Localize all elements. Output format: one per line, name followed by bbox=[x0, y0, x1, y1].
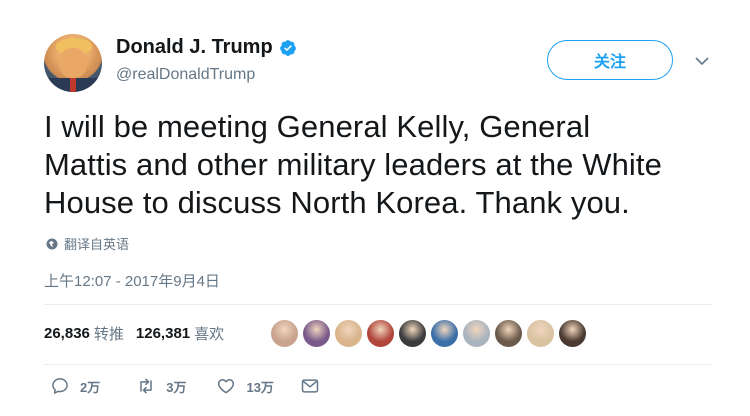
retweet-label[interactable]: 转推 bbox=[94, 323, 124, 344]
reply-count: 2万 bbox=[80, 379, 101, 395]
tweet-line: House to discuss North Korea. Thank you. bbox=[44, 185, 630, 220]
display-name[interactable]: Donald J. Trump bbox=[116, 36, 273, 59]
like-count[interactable]: 126,381 bbox=[136, 325, 190, 342]
liker-avatar[interactable] bbox=[558, 319, 587, 348]
liker-avatar[interactable] bbox=[430, 319, 459, 348]
retweet-count[interactable]: 26,836 bbox=[44, 325, 90, 342]
envelope-icon bbox=[301, 379, 319, 393]
avatar[interactable] bbox=[44, 34, 102, 92]
chevron-down-icon[interactable] bbox=[694, 53, 710, 69]
liker-avatar[interactable] bbox=[270, 319, 299, 348]
divider bbox=[44, 304, 713, 305]
liker-avatars bbox=[270, 319, 587, 348]
tweet-text: I will be meeting General Kelly, General… bbox=[44, 108, 734, 222]
like-action-count: 13万 bbox=[246, 379, 274, 395]
like-label[interactable]: 喜欢 bbox=[194, 323, 224, 344]
liker-avatar[interactable] bbox=[398, 319, 427, 348]
retweet-icon bbox=[140, 378, 152, 394]
translate-link[interactable]: 翻译自英语 bbox=[46, 234, 129, 253]
retweet-button[interactable]: 3万 bbox=[136, 376, 186, 396]
tweet-timestamp[interactable]: 上午12:07 - 2017年9月4日 bbox=[44, 270, 220, 291]
liker-avatar[interactable] bbox=[526, 319, 555, 348]
author-handle[interactable]: @realDonaldTrump bbox=[116, 66, 255, 84]
follow-button[interactable]: 关注 bbox=[547, 40, 673, 80]
tweet-stats: 26,836 转推 126,381 喜欢 bbox=[44, 323, 224, 344]
liker-avatar[interactable] bbox=[334, 319, 363, 348]
liker-avatar[interactable] bbox=[494, 319, 523, 348]
heart-icon bbox=[218, 379, 235, 394]
liker-avatar[interactable] bbox=[302, 319, 331, 348]
liker-avatar[interactable] bbox=[366, 319, 395, 348]
tweet-line: I will be meeting General Kelly, General bbox=[44, 109, 591, 144]
direct-message-button[interactable] bbox=[300, 376, 320, 396]
translate-label[interactable]: 翻译自英语 bbox=[64, 234, 129, 253]
verified-badge-icon bbox=[279, 39, 296, 56]
globe-icon bbox=[46, 238, 58, 249]
like-button[interactable]: 13万 bbox=[216, 376, 274, 396]
reply-icon bbox=[52, 378, 68, 394]
retweet-action-count: 3万 bbox=[166, 379, 187, 395]
divider bbox=[44, 364, 713, 365]
action-bar: 2万 3万 13万 bbox=[50, 376, 320, 396]
liker-avatar[interactable] bbox=[462, 319, 491, 348]
tweet-line: Mattis and other military leaders at the… bbox=[44, 147, 662, 182]
author-name-row[interactable]: Donald J. Trump bbox=[116, 36, 297, 59]
reply-button[interactable]: 2万 bbox=[50, 376, 100, 396]
